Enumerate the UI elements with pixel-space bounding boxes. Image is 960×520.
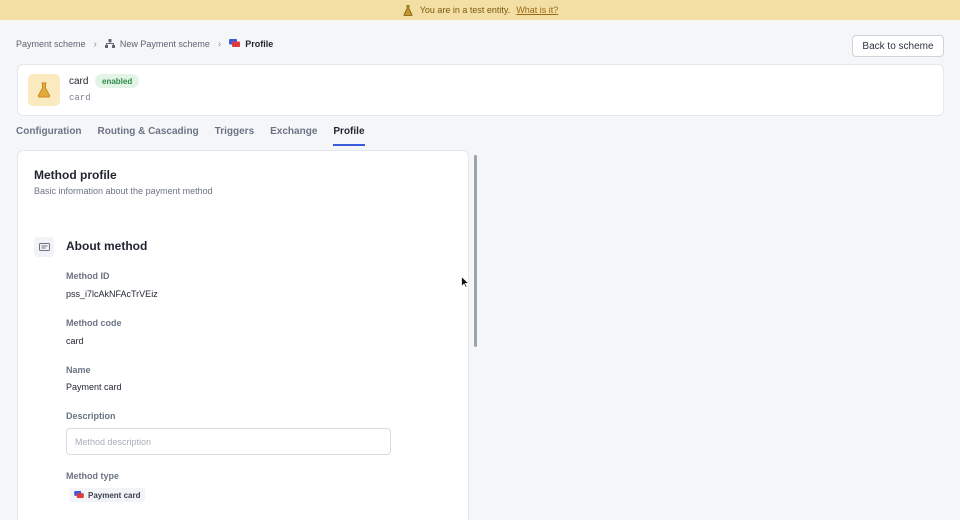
method-code-label: Method code — [66, 318, 122, 328]
method-type-label: Method type — [66, 471, 119, 481]
tab-routing-cascading[interactable]: Routing & Cascading — [98, 126, 199, 146]
name-value: Payment card — [66, 382, 122, 392]
method-profile-panel: Method profile Basic information about t… — [17, 150, 469, 520]
card-icon — [74, 490, 84, 500]
breadcrumb-new-payment-scheme[interactable]: New Payment scheme — [104, 38, 210, 50]
panel-title: Method profile — [34, 168, 117, 182]
panel-scrollbar[interactable] — [474, 155, 477, 347]
tab-triggers[interactable]: Triggers — [215, 126, 254, 146]
flask-icon — [402, 4, 414, 16]
banner-text: You are in a test entity. — [419, 5, 511, 15]
description-input[interactable] — [66, 428, 391, 455]
flask-icon — [28, 74, 60, 106]
breadcrumb-profile: Profile — [229, 39, 273, 49]
method-id-value: pss_i7lcAkNFAcTrVEiz — [66, 289, 158, 299]
method-subtitle: card — [69, 93, 91, 103]
back-to-scheme-button[interactable]: Back to scheme — [852, 35, 944, 57]
breadcrumb-label: Profile — [245, 39, 274, 49]
what-is-it-link[interactable]: What is it? — [516, 5, 558, 15]
status-badge: enabled — [95, 74, 140, 88]
mouse-cursor-icon — [461, 275, 471, 289]
method-header-card: card enabled card — [17, 64, 944, 116]
id-card-icon — [34, 237, 54, 257]
breadcrumb: Payment scheme › New Payment scheme › Pr… — [16, 37, 273, 51]
breadcrumb-label: New Payment scheme — [119, 39, 210, 49]
tab-profile[interactable]: Profile — [333, 126, 365, 146]
tab-exchange[interactable]: Exchange — [270, 126, 317, 146]
method-title: card — [69, 76, 89, 87]
breadcrumb-label: Payment scheme — [16, 39, 86, 49]
chevron-right-icon: › — [217, 38, 222, 50]
name-label: Name — [66, 365, 91, 375]
method-id-label: Method ID — [66, 271, 110, 281]
method-code-value: card — [66, 336, 84, 346]
method-type-value: Payment card — [88, 490, 141, 500]
method-type-chip: Payment card — [69, 488, 146, 502]
tab-bar: Configuration Routing & Cascading Trigge… — [16, 126, 365, 146]
chevron-right-icon: › — [93, 38, 97, 50]
panel-subtitle: Basic information about the payment meth… — [34, 186, 213, 196]
test-entity-banner: You are in a test entity. What is it? — [0, 0, 960, 20]
tab-configuration[interactable]: Configuration — [16, 126, 82, 146]
description-label: Description — [66, 411, 116, 421]
card-icon — [229, 39, 241, 49]
breadcrumb-payment-scheme[interactable]: Payment scheme — [16, 39, 86, 49]
hierarchy-icon — [104, 38, 115, 50]
section-title: About method — [66, 239, 148, 253]
